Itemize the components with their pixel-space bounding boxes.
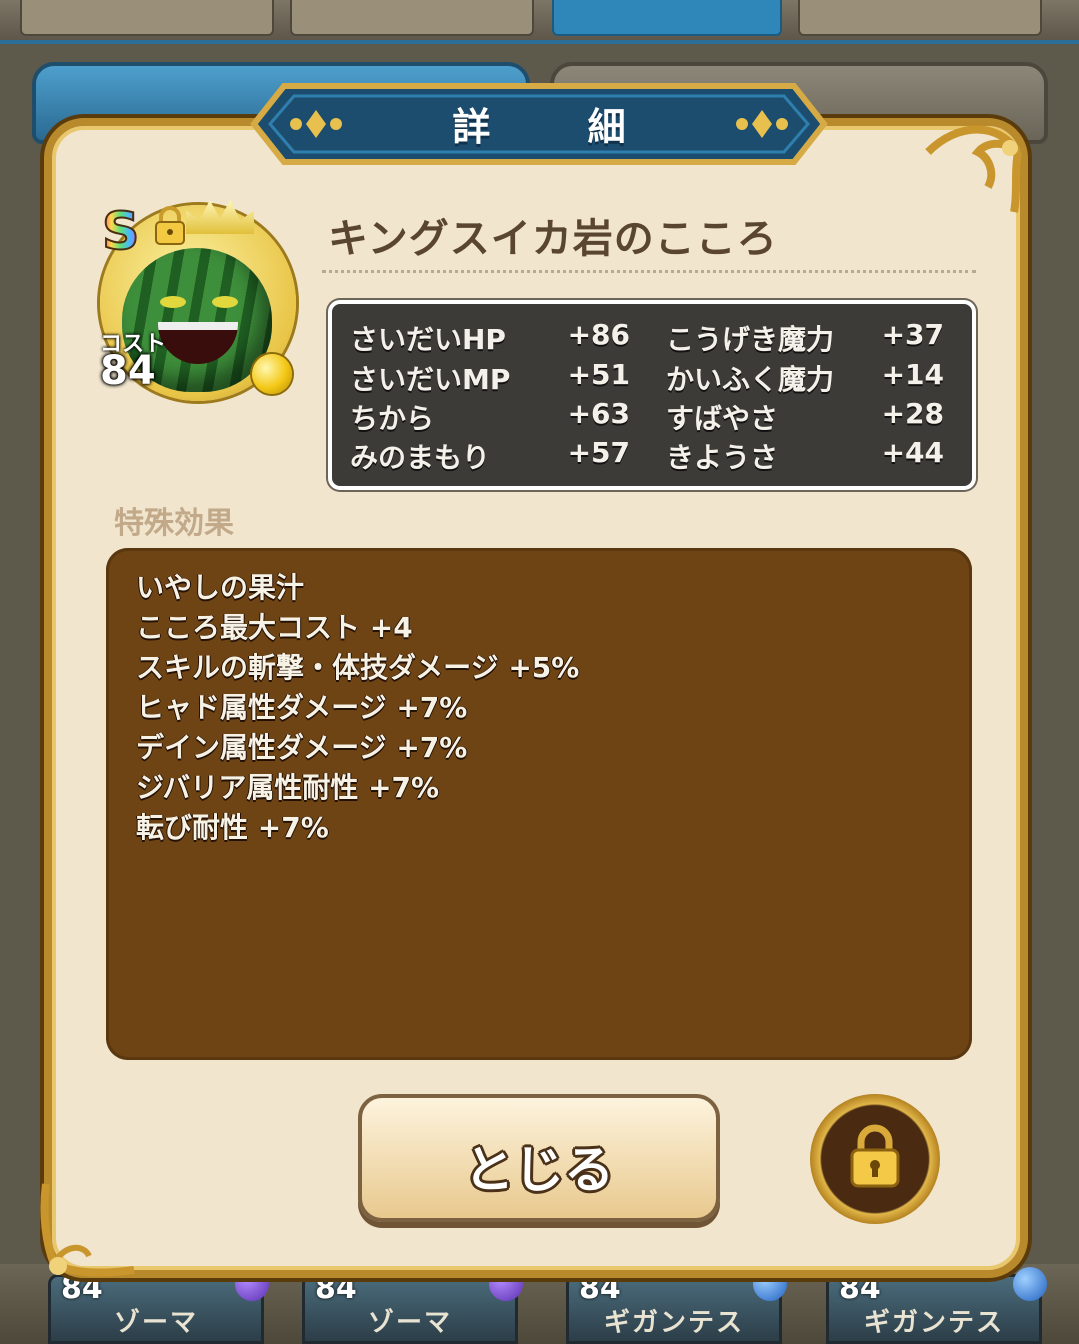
stat-label: みのまもり bbox=[350, 441, 491, 474]
background-card: 84 ゾーマ bbox=[48, 1267, 269, 1344]
stat-label: さいだいMP bbox=[350, 363, 511, 396]
monster-eyes bbox=[160, 296, 240, 310]
effect-item: デイン属性ダメージ +7% bbox=[136, 731, 468, 764]
card-name: ギガンテス bbox=[863, 1308, 1004, 1338]
stat-value: +51 bbox=[567, 358, 630, 391]
background-top-segment-active bbox=[552, 0, 782, 36]
gold-orb-icon bbox=[252, 354, 292, 394]
stat-label: すばやさ bbox=[666, 402, 779, 435]
special-effects-panel[interactable]: いやしの果汁 こころ最大コスト +4 スキルの斬撃・体技ダメージ +5% ヒャド… bbox=[106, 548, 972, 1060]
ornament-corner-icon bbox=[925, 125, 1022, 213]
stat-label: ちから bbox=[350, 402, 435, 435]
background-top-bar bbox=[0, 0, 1079, 44]
stat-label: さいだいHP bbox=[350, 323, 506, 356]
stat-value: +63 bbox=[567, 397, 630, 430]
stats-panel: さいだいHP +86 こうげき魔力 +37 さいだいMP +51 かいふく魔力 … bbox=[328, 300, 976, 490]
cost-value: 84 bbox=[100, 348, 156, 394]
effect-item: スキルの斬撃・体技ダメージ +5% bbox=[136, 651, 580, 684]
dialog-title: 詳 細 bbox=[452, 105, 668, 149]
stat-label: こうげき魔力 bbox=[666, 323, 835, 356]
stat-value: +37 bbox=[881, 318, 944, 351]
ornament-corner-icon bbox=[40, 1183, 135, 1277]
lock-button[interactable] bbox=[810, 1094, 940, 1224]
lock-small-icon bbox=[155, 206, 185, 245]
effect-item: ジバリア属性耐性 +7% bbox=[136, 771, 440, 804]
stat-value: +28 bbox=[881, 397, 944, 430]
background-card: 84 ギガンテス bbox=[826, 1267, 1047, 1344]
card-name: ゾーマ bbox=[113, 1308, 198, 1338]
effect-item: 転び耐性 +7% bbox=[136, 811, 329, 844]
background-card: 84 ゾーマ bbox=[302, 1267, 523, 1344]
stat-label: きようさ bbox=[666, 441, 779, 474]
effect-item: ヒャド属性ダメージ +7% bbox=[136, 691, 468, 724]
item-name: キングスイカ岩のこころ bbox=[328, 216, 778, 262]
background-top-segment bbox=[290, 0, 534, 36]
close-button-label: とじる bbox=[464, 1141, 614, 1199]
stat-value: +44 bbox=[881, 436, 944, 469]
close-button[interactable]: とじる bbox=[358, 1094, 720, 1222]
stat-value: +86 bbox=[567, 318, 630, 351]
background-top-segment bbox=[20, 0, 274, 36]
orb-icon bbox=[1013, 1267, 1047, 1301]
card-name: ギガンテス bbox=[603, 1308, 744, 1338]
padlock-icon bbox=[850, 1124, 900, 1188]
divider bbox=[322, 270, 976, 273]
stat-value: +57 bbox=[567, 436, 630, 469]
background-top-segment bbox=[798, 0, 1042, 36]
stat-label: かいふく魔力 bbox=[666, 363, 835, 396]
effect-item: こころ最大コスト +4 bbox=[136, 611, 413, 644]
effect-item: いやしの果汁 bbox=[136, 571, 305, 604]
card-name: ゾーマ bbox=[367, 1308, 452, 1338]
special-effects-label: 特殊効果 bbox=[114, 506, 234, 541]
background-card: 84 ギガンテス bbox=[566, 1267, 787, 1344]
stat-value: +14 bbox=[881, 358, 944, 391]
rank-badge: S bbox=[101, 201, 140, 263]
